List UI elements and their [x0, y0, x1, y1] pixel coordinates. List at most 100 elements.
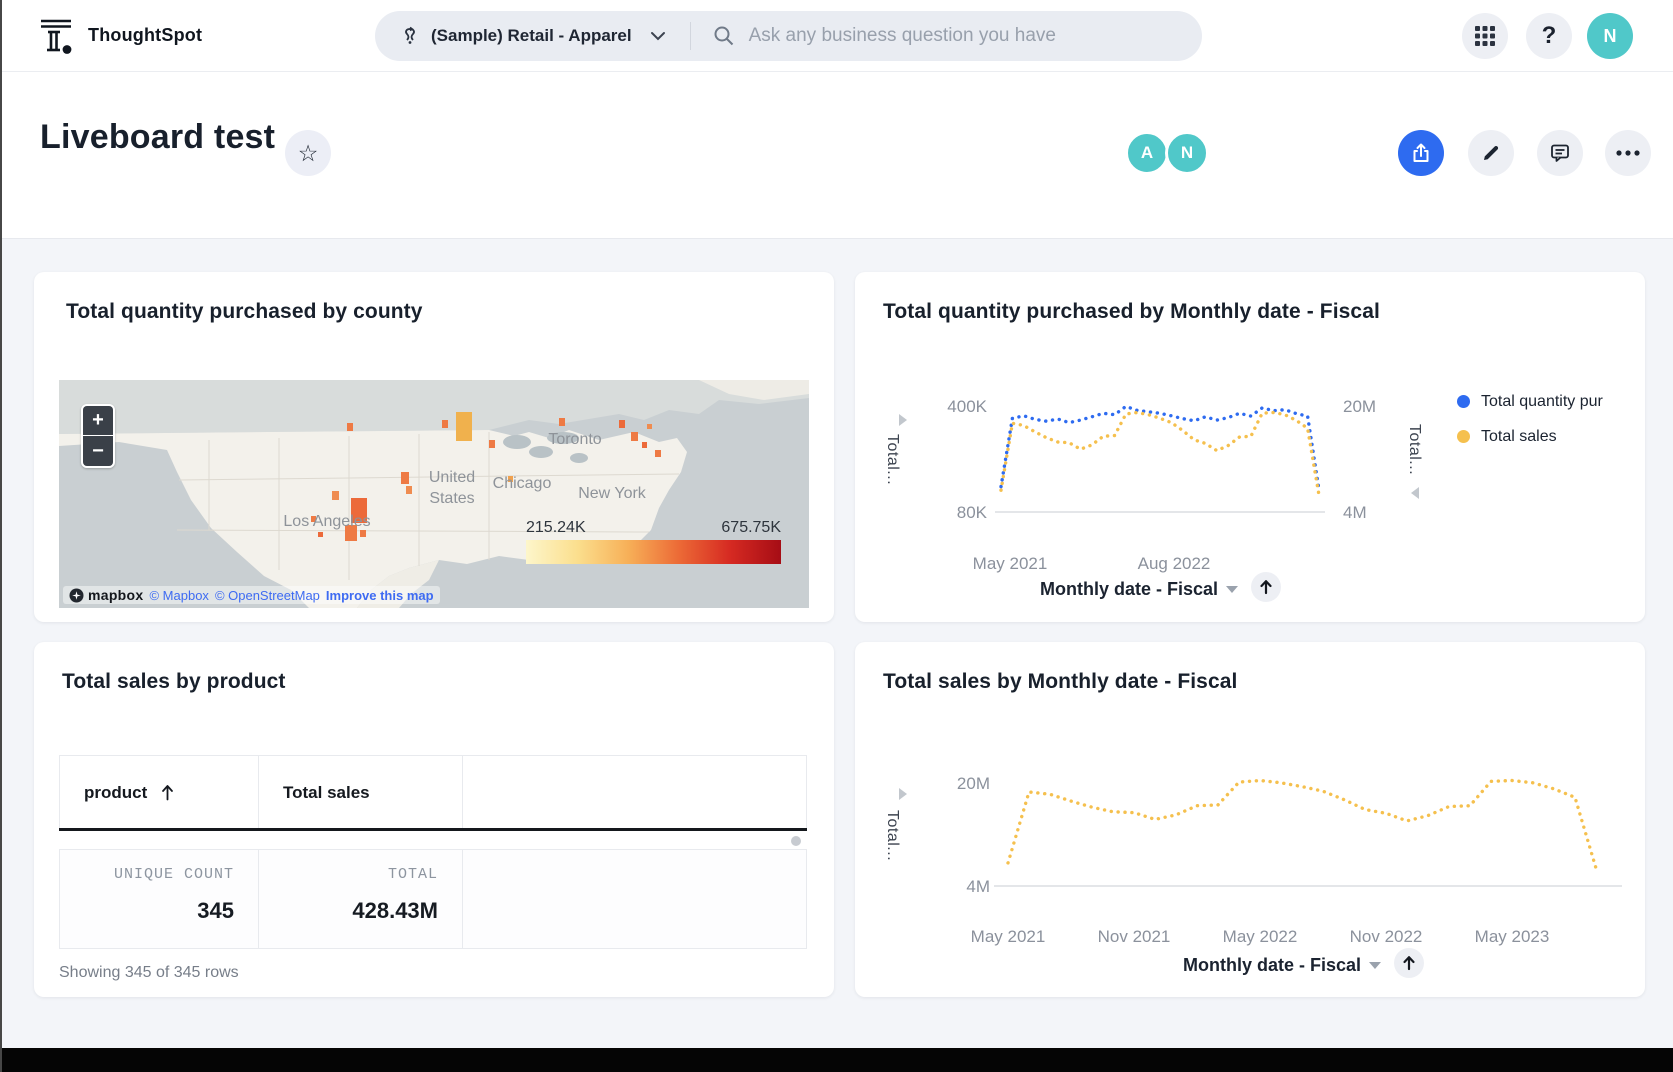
left-axis-label[interactable]: Total...: [883, 434, 901, 485]
improve-map-link[interactable]: Improve this map: [326, 588, 434, 603]
comment-icon: [1549, 142, 1571, 164]
table-header-product[interactable]: product: [59, 755, 259, 830]
mapbox-copyright-link[interactable]: © Mapbox: [149, 588, 208, 603]
colorbar: [526, 540, 781, 564]
chart-legend: Total quantity pur Total sales: [1457, 384, 1643, 454]
pencil-icon: [1481, 143, 1501, 163]
sales-x-axis-name: Monthly date - Fiscal: [1183, 955, 1361, 976]
top-nav-bar: ThoughtSpot (Sample) Retail - Apparel: [2, 0, 1673, 72]
page-title: Liveboard test: [40, 118, 275, 157]
osm-copyright-link[interactable]: © OpenStreetMap: [215, 588, 320, 603]
map-zoom-out-button[interactable]: −: [83, 436, 113, 466]
map-label-toronto: Toronto: [548, 431, 601, 448]
mapbox-logo-text: mapbox: [88, 587, 143, 603]
axis-caret-icon: [1226, 586, 1238, 593]
summary-label-total: TOTAL: [388, 866, 438, 883]
help-button[interactable]: ?: [1526, 13, 1572, 59]
viewer-avatar[interactable]: N: [1165, 131, 1209, 175]
data-source-label: (Sample) Retail - Apparel: [431, 26, 632, 46]
more-options-button[interactable]: [1605, 130, 1651, 176]
column-label-total-sales: Total sales: [283, 783, 370, 803]
summary-cell-product: UNIQUE COUNT 345: [59, 849, 259, 949]
map-label-states: States: [429, 490, 474, 507]
map-zoom-in-button[interactable]: +: [83, 406, 113, 436]
map-card: Total quantity purchased by county: [34, 272, 834, 622]
share-icon: [1410, 142, 1432, 164]
sales-x-tick-1: Nov 2021: [1098, 927, 1171, 947]
table-scrollbar-thumb[interactable]: [791, 836, 801, 846]
map-zoom-controls: + −: [81, 404, 115, 468]
legend-label-sales: Total sales: [1481, 428, 1557, 446]
map-label-los-angeles: Los Angeles: [283, 513, 370, 530]
edit-button[interactable]: [1468, 130, 1514, 176]
legend-item-quantity[interactable]: Total quantity pur: [1457, 384, 1643, 419]
author-avatar[interactable]: A: [1125, 131, 1169, 175]
left-axis-expand-icon[interactable]: [899, 414, 907, 426]
search-box[interactable]: Ask any business question you have: [691, 25, 1202, 47]
sales-x-tick-4: May 2023: [1475, 927, 1550, 947]
table-row-count: Showing 345 of 345 rows: [59, 964, 239, 982]
data-source-selector[interactable]: (Sample) Retail - Apparel: [375, 26, 666, 46]
sales-x-tick-0: May 2021: [971, 927, 1046, 947]
summary-label-unique-count: UNIQUE COUNT: [114, 866, 234, 883]
share-button[interactable]: [1398, 130, 1444, 176]
right-axis-collapse-icon[interactable]: [1411, 487, 1419, 499]
sales-table-card: Total sales by product product Total sal…: [34, 642, 834, 997]
chevron-down-icon: [650, 31, 666, 41]
map-attribution: mapbox © Mapbox © OpenStreetMap Improve …: [63, 586, 440, 604]
table-header-empty: [462, 755, 807, 830]
author-avatar-initial: A: [1141, 143, 1153, 163]
sales-drill-up-button[interactable]: [1394, 948, 1424, 978]
viewer-avatar-initial: N: [1181, 143, 1193, 163]
sales-y-tick-20m: 20M: [918, 774, 990, 794]
brand-name: ThoughtSpot: [88, 25, 202, 46]
legend-dot-blue: [1457, 395, 1470, 408]
sales-x-axis-name-group[interactable]: Monthly date - Fiscal: [1183, 955, 1381, 976]
user-avatar[interactable]: N: [1587, 13, 1633, 59]
favorite-button[interactable]: ☆: [285, 130, 331, 176]
map-label-united: United: [429, 469, 475, 486]
table-header-total-sales[interactable]: Total sales: [258, 755, 463, 830]
app-switcher-button[interactable]: [1462, 13, 1508, 59]
map-label-chicago: Chicago: [493, 475, 552, 492]
sales-chart-plot[interactable]: [1002, 757, 1602, 887]
summary-cell-empty: [462, 849, 807, 949]
right-axis-label[interactable]: Total...: [1405, 424, 1423, 475]
liveboard-page: ThoughtSpot (Sample) Retail - Apparel: [0, 0, 1673, 1072]
column-label-product: product: [84, 783, 147, 803]
sales-axis-expand-icon[interactable]: [899, 788, 907, 800]
map-label-new-york: New York: [578, 485, 647, 502]
x-axis-name-group[interactable]: Monthly date - Fiscal: [1040, 579, 1238, 600]
sales-axis-label[interactable]: Total...: [883, 810, 901, 861]
star-icon: ☆: [298, 142, 319, 165]
sales-chart-card: Total sales by Monthly date - Fiscal Tot…: [855, 642, 1645, 997]
legend-item-sales[interactable]: Total sales: [1457, 419, 1643, 454]
sales-axis-caret-icon: [1369, 962, 1381, 969]
y-tick-80k: 80K: [915, 503, 987, 523]
x-tick-aug-2022: Aug 2022: [1138, 554, 1211, 574]
sales-y-tick-4m: 4M: [918, 877, 990, 897]
grid-icon: [1475, 26, 1495, 46]
map-card-title: Total quantity purchased by county: [66, 300, 423, 324]
user-avatar-initial: N: [1604, 26, 1617, 47]
bottom-black-bar: [2, 1048, 1673, 1072]
search-placeholder: Ask any business question you have: [749, 25, 1056, 47]
sales-chart-baseline: [994, 885, 1622, 887]
quantity-chart-plot[interactable]: [995, 390, 1325, 513]
thoughtspot-logo[interactable]: [38, 16, 78, 56]
arrow-up-icon: [1402, 955, 1416, 971]
x-tick-may-2021: May 2021: [973, 554, 1048, 574]
mapbox-logo[interactable]: mapbox: [69, 587, 143, 603]
table-header-divider: [59, 828, 807, 831]
legend-label-quantity: Total quantity pur: [1481, 393, 1603, 411]
legend-dot-yellow: [1457, 430, 1470, 443]
quantity-chart-card: Total quantity purchased by Monthly date…: [855, 272, 1645, 622]
sales-x-tick-2: May 2022: [1223, 927, 1298, 947]
search-icon: [713, 25, 735, 47]
sales-chart-title: Total sales by Monthly date - Fiscal: [883, 670, 1237, 694]
drill-up-button[interactable]: [1251, 572, 1281, 602]
omnibar: (Sample) Retail - Apparel Ask any busine…: [375, 11, 1202, 61]
county-map[interactable]: Toronto United States Chicago New York L…: [59, 380, 809, 608]
comment-button[interactable]: [1537, 130, 1583, 176]
sort-asc-icon: [161, 784, 174, 801]
